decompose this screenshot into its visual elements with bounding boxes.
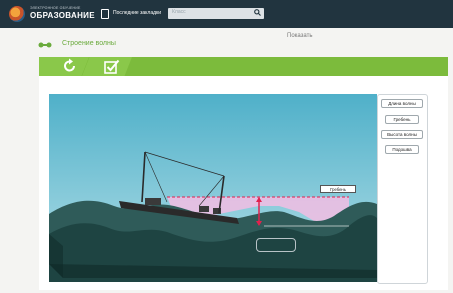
back-arrow-icon[interactable]: [38, 40, 52, 50]
placed-label-crest[interactable]: Гребень: [320, 185, 356, 193]
toolbar: [39, 57, 448, 76]
option-crest[interactable]: Гребень: [385, 115, 419, 124]
bookmark-icon[interactable]: [101, 9, 109, 19]
globe-logo-icon[interactable]: [9, 6, 25, 22]
show-button[interactable]: Показать: [287, 33, 313, 39]
brand-subtitle: ЭЛЕКТРОННОЕ ОБУЧЕНИЕ: [30, 6, 81, 10]
check-icon[interactable]: [104, 59, 120, 74]
brand-title[interactable]: ОБРАЗОВАНИЕ: [30, 11, 95, 20]
option-wavelength[interactable]: Длина волны: [381, 99, 423, 108]
search-icon[interactable]: [254, 9, 261, 16]
page-title: Строение волны: [62, 40, 116, 47]
last-bookmarks-link[interactable]: Последние закладки: [113, 10, 161, 16]
label-drop-target[interactable]: [256, 238, 296, 252]
option-wave-height[interactable]: Высота волны: [381, 130, 423, 139]
reload-icon[interactable]: [63, 58, 77, 74]
option-trough[interactable]: Подошва: [385, 145, 419, 154]
search-placeholder: Класс: [172, 9, 186, 15]
